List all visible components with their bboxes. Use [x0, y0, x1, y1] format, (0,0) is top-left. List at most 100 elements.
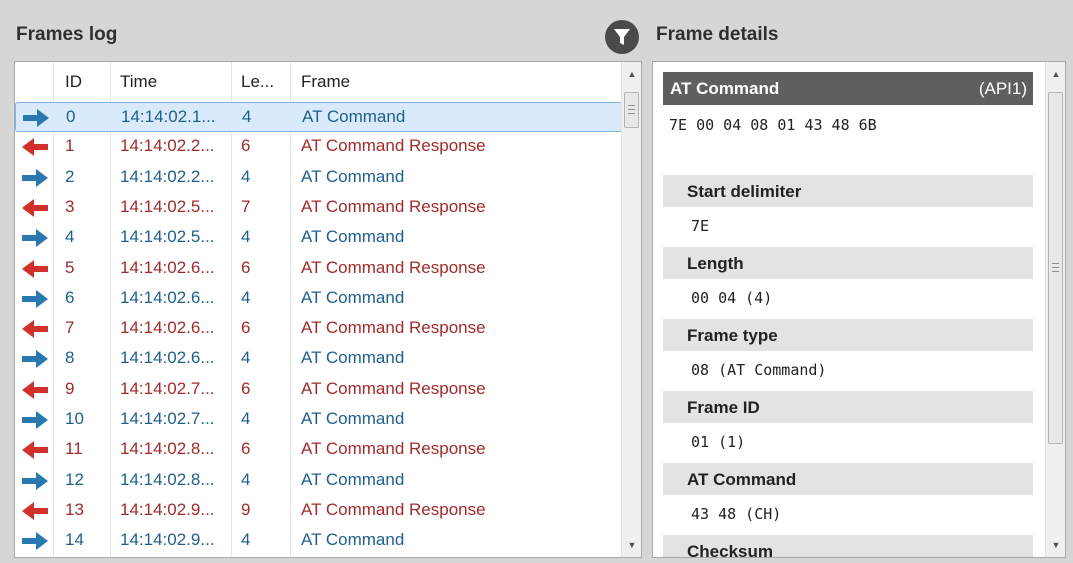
table-row[interactable]: 5 14:14:02.6... 6 AT Command Response — [15, 254, 623, 284]
row-length: 6 — [241, 257, 251, 277]
frames-log-scrollbar[interactable]: ▲ ▼ — [621, 62, 641, 557]
row-id: 3 — [65, 196, 75, 216]
row-frame-type: AT Command — [301, 530, 405, 550]
arrow-right-icon — [22, 289, 48, 308]
column-header-frame[interactable]: Frame — [301, 72, 350, 92]
row-length: 4 — [241, 530, 251, 550]
row-length: 7 — [241, 196, 251, 216]
arrow-left-icon — [22, 198, 48, 217]
grip-line — [1052, 267, 1059, 268]
row-time: 14:14:02.6... — [120, 287, 215, 307]
column-header-length[interactable]: Le... — [241, 72, 274, 92]
api-frame-header: AT Command (API1) — [663, 72, 1033, 105]
arrow-right-icon — [22, 229, 48, 248]
field-label: Checksum — [663, 535, 1033, 557]
arrow-left-icon — [22, 441, 48, 460]
row-length: 6 — [241, 136, 251, 156]
row-length: 4 — [242, 107, 252, 126]
arrow-right-icon — [22, 532, 48, 551]
row-length: 6 — [241, 378, 251, 398]
arrow-left-icon — [22, 320, 48, 339]
table-row[interactable]: 2 14:14:02.2... 4 AT Command — [15, 163, 623, 193]
row-id: 5 — [65, 257, 75, 277]
row-frame-type: AT Command Response — [301, 318, 486, 338]
row-id: 4 — [65, 227, 75, 247]
api-mode-label: (API1) — [978, 79, 1027, 98]
table-row[interactable]: 13 14:14:02.9... 9 AT Command Response — [15, 496, 623, 526]
row-time: 14:14:02.5... — [120, 227, 215, 247]
table-row[interactable]: 6 14:14:02.6... 4 AT Command — [15, 284, 623, 314]
scroll-thumb[interactable] — [1048, 92, 1063, 444]
row-time: 14:14:02.7... — [120, 409, 215, 428]
row-frame-type: AT Command — [301, 409, 405, 428]
field-value: 01 (1) — [691, 433, 746, 451]
row-time: 14:14:02.8... — [120, 469, 215, 489]
filter-button[interactable] — [605, 20, 639, 54]
table-row[interactable]: 0 14:14:02.1... 4 AT Command — [15, 102, 623, 132]
table-row[interactable]: 4 14:14:02.5... 4 AT Command — [15, 223, 623, 253]
row-time: 14:14:02.6... — [120, 257, 215, 277]
table-row[interactable]: 7 14:14:02.6... 6 AT Command Response — [15, 314, 623, 344]
row-length: 9 — [241, 499, 251, 519]
table-row[interactable]: 3 14:14:02.5... 7 AT Command Response — [15, 193, 623, 223]
row-frame-type: AT Command — [301, 287, 405, 307]
row-frame-type: AT Command Response — [301, 136, 486, 156]
row-length: 6 — [241, 439, 251, 459]
field-label: Frame type — [663, 319, 1033, 351]
column-header-id[interactable]: ID — [65, 72, 82, 92]
row-frame-type: AT Command Response — [301, 257, 486, 277]
row-time: 14:14:02.7... — [120, 378, 215, 398]
field-label: AT Command — [663, 463, 1033, 495]
scroll-thumb[interactable] — [624, 92, 639, 128]
column-header-time[interactable]: Time — [120, 72, 157, 92]
row-time: 14:14:02.2... — [120, 136, 215, 156]
arrow-left-icon — [22, 138, 48, 157]
row-id: 13 — [65, 499, 84, 519]
row-length: 4 — [241, 166, 251, 186]
table-row[interactable]: 1 14:14:02.2... 6 AT Command Response — [15, 132, 623, 162]
row-id: 0 — [66, 107, 76, 126]
row-frame-type: AT Command Response — [301, 196, 486, 216]
grip-line — [1052, 271, 1059, 272]
row-length: 4 — [241, 227, 251, 247]
row-time: 14:14:02.9... — [120, 530, 215, 550]
frame-details-title: Frame details — [656, 24, 779, 45]
table-row[interactable]: 9 14:14:02.7... 6 AT Command Response — [15, 375, 623, 405]
row-id: 6 — [65, 287, 75, 307]
table-row[interactable]: 14 14:14:02.9... 4 AT Command — [15, 526, 623, 556]
row-frame-type: AT Command Response — [301, 439, 486, 459]
frames-log-table[interactable]: ID Time Le... Frame 0 14:14:02.1... 4 AT Co… — [14, 61, 642, 558]
row-time: 14:14:02.5... — [120, 196, 215, 216]
frame-details-scrollbar[interactable]: ▲ ▼ — [1045, 62, 1065, 557]
arrow-right-icon — [22, 471, 48, 490]
arrow-right-icon — [22, 411, 48, 429]
row-frame-type: AT Command — [301, 227, 405, 247]
grip-line — [1052, 263, 1059, 264]
scroll-up-arrow[interactable]: ▲ — [622, 64, 641, 84]
table-row[interactable]: 10 14:14:02.7... 4 AT Command — [15, 405, 623, 435]
arrow-right-icon — [22, 168, 48, 187]
arrow-right-icon — [22, 350, 48, 369]
grip-line — [628, 109, 635, 110]
arrow-right-icon — [23, 109, 49, 127]
row-id: 7 — [65, 318, 75, 338]
row-frame-type: AT Command — [301, 348, 405, 368]
scroll-down-arrow[interactable]: ▼ — [1046, 535, 1065, 555]
table-row[interactable]: 8 14:14:02.6... 4 AT Command — [15, 344, 623, 374]
row-length: 6 — [241, 318, 251, 338]
row-frame-type: AT Command Response — [301, 378, 486, 398]
scroll-down-arrow[interactable]: ▼ — [622, 535, 641, 555]
arrow-left-icon — [22, 259, 48, 278]
row-frame-type: AT Command — [301, 166, 405, 186]
frame-details-panel: AT Command (API1) 7E 00 04 08 01 43 48 6… — [652, 61, 1066, 558]
filter-icon — [614, 29, 630, 45]
arrow-left-icon — [22, 501, 48, 520]
row-frame-type: AT Command — [301, 469, 405, 489]
row-id: 1 — [65, 136, 75, 156]
row-frame-type: AT Command Response — [301, 499, 486, 519]
table-row[interactable]: 11 14:14:02.8... 6 AT Command Response — [15, 435, 623, 465]
row-time: 14:14:02.1... — [121, 107, 216, 126]
table-row[interactable]: 12 14:14:02.8... 4 AT Command — [15, 466, 623, 496]
grip-line — [628, 113, 635, 114]
scroll-up-arrow[interactable]: ▲ — [1046, 64, 1065, 84]
